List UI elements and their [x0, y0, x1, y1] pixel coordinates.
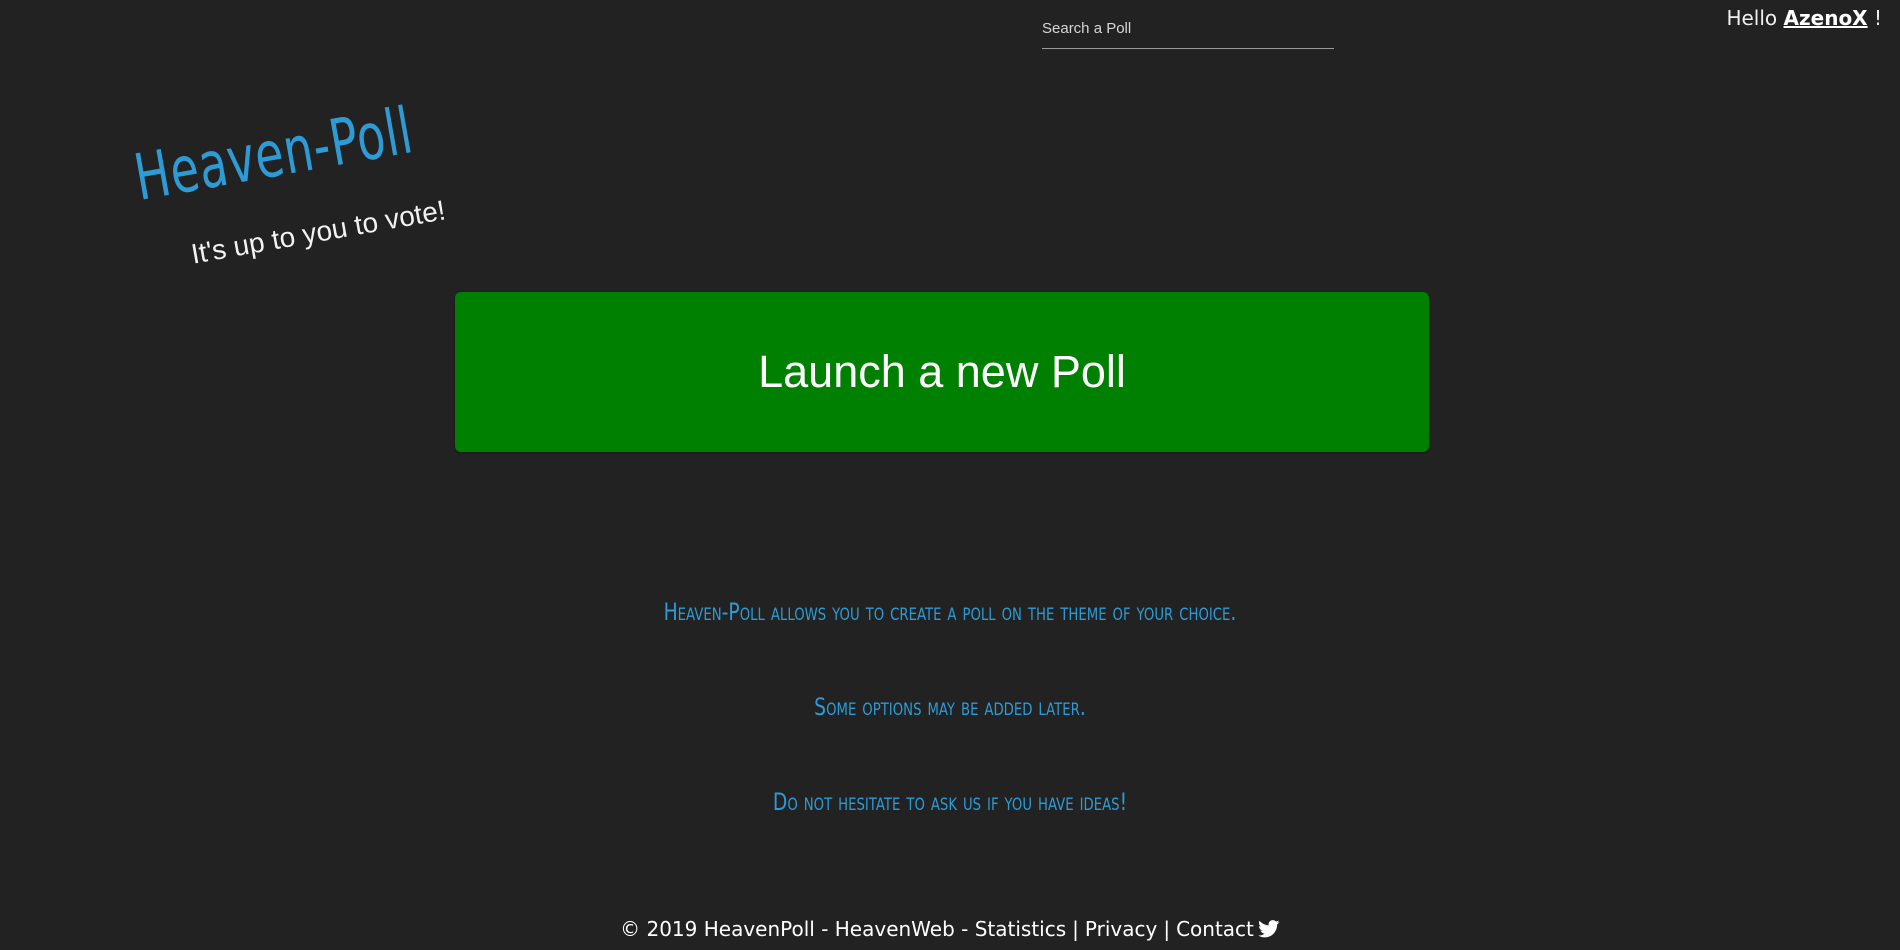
info-line: Do not hesitate to ask us if you have id…: [772, 788, 1128, 816]
twitter-icon[interactable]: [1258, 920, 1280, 938]
greeting-suffix: !: [1873, 6, 1882, 30]
user-greeting: Hello AzenoX !: [1726, 6, 1882, 30]
brand-logo: Heaven-Poll It's up to you to vote!: [112, 12, 533, 287]
contact-link[interactable]: Contact: [1176, 917, 1254, 941]
brand-tagline: It's up to you to vote!: [188, 194, 448, 270]
statistics-link[interactable]: Statistics: [975, 917, 1066, 941]
search-input[interactable]: [1042, 10, 1334, 46]
brand-title: Heaven-Poll: [129, 94, 419, 216]
search-bar: [1042, 10, 1334, 49]
footer-separator: |: [1072, 917, 1079, 941]
info-line: Some options may be added later.: [814, 693, 1086, 721]
footer-copyright: © 2019 HeavenPoll - HeavenWeb -: [620, 917, 975, 941]
footer-separator: |: [1163, 917, 1171, 941]
greeting-prefix: Hello: [1726, 6, 1778, 30]
privacy-link[interactable]: Privacy: [1085, 917, 1157, 941]
username-link[interactable]: AzenoX: [1784, 6, 1868, 30]
launch-new-poll-button[interactable]: Launch a new Poll: [455, 292, 1429, 452]
footer: © 2019 HeavenPoll - HeavenWeb - Statisti…: [0, 917, 1900, 941]
info-line: Heaven-Poll allows you to create a poll …: [663, 598, 1237, 626]
